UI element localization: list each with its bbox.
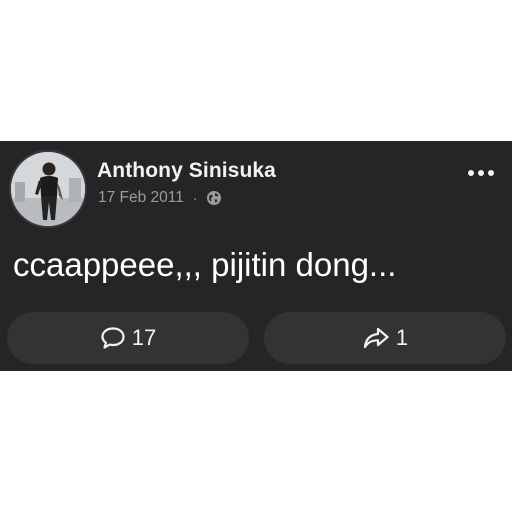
more-options-icon [468, 170, 474, 176]
comments-count: 17 [131, 325, 157, 350]
comment-icon [100, 326, 126, 350]
comment-button[interactable]: 17 [7, 312, 249, 364]
share-button[interactable]: 1 [264, 312, 506, 364]
share-icon [362, 326, 390, 350]
globe-icon [206, 190, 222, 206]
post-card: Anthony Sinisuka 17 Feb 2011 · ccaappeee… [0, 141, 512, 371]
page: Anthony Sinisuka 17 Feb 2011 · ccaappeee… [0, 0, 512, 512]
avatar-photo [11, 152, 85, 226]
meta-separator: · [192, 190, 198, 206]
post-date[interactable]: 17 Feb 2011 [98, 189, 184, 207]
more-options-button[interactable] [464, 163, 498, 183]
shares-count: 1 [395, 325, 409, 350]
avatar[interactable] [11, 152, 85, 226]
post-text: ccaappeee,,, pijitin dong... [13, 246, 397, 283]
post-meta: 17 Feb 2011 · [98, 188, 222, 208]
author-name[interactable]: Anthony Sinisuka [97, 159, 276, 183]
